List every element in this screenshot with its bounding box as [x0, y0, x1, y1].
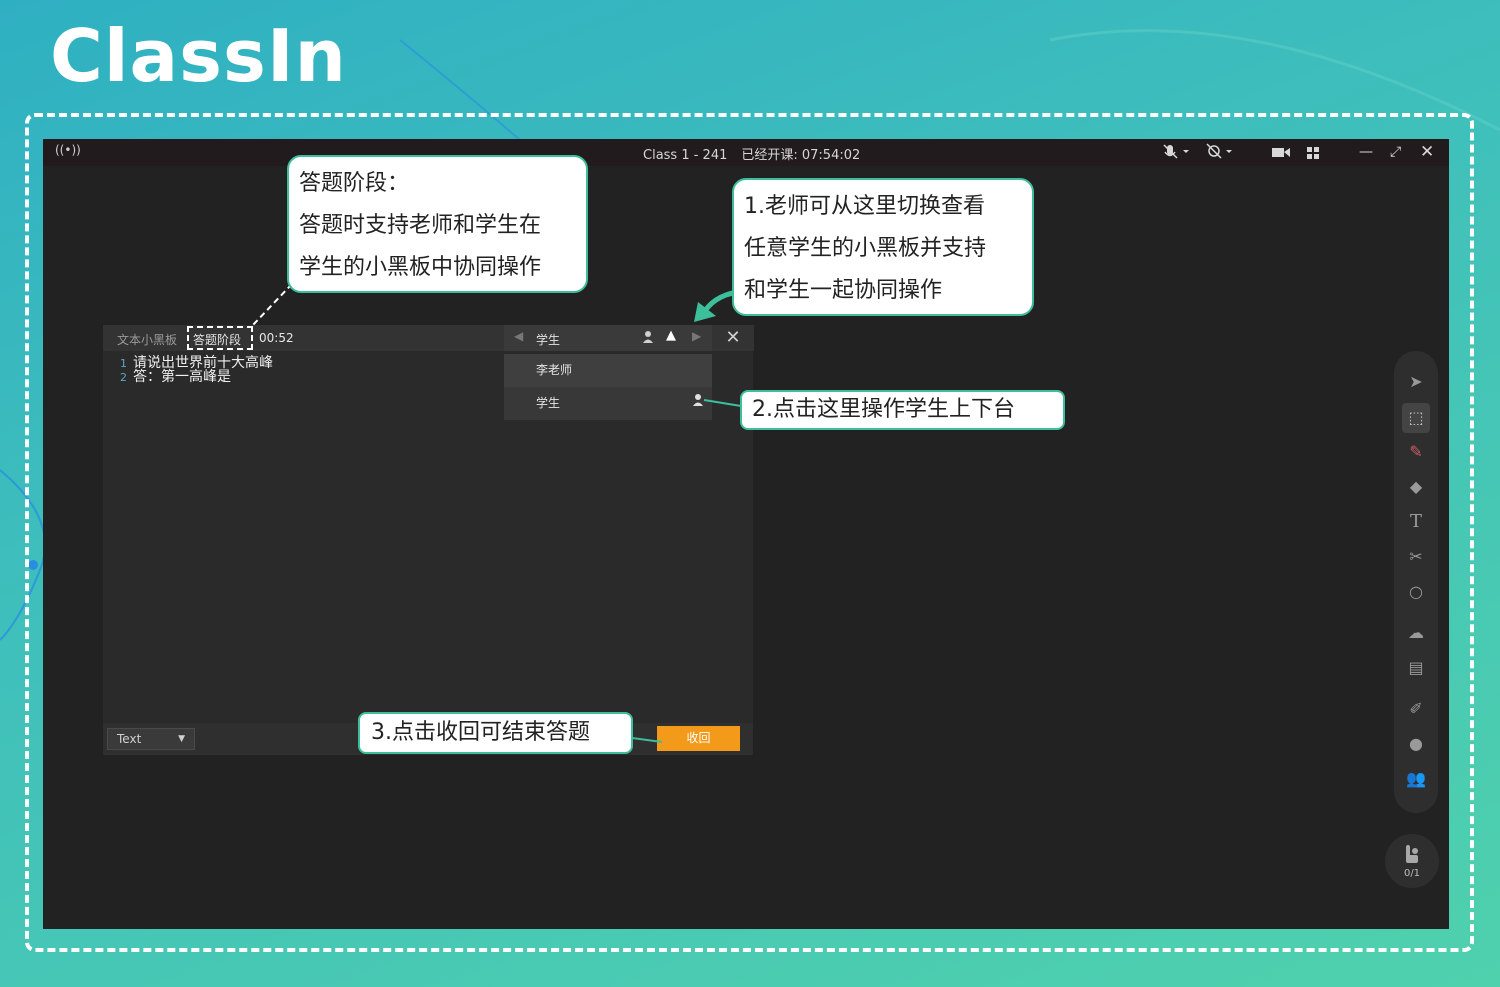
mic-muted-icon[interactable] [1163, 142, 1197, 162]
camera-muted-icon[interactable] [1206, 142, 1240, 162]
line-number: 1 [120, 357, 127, 370]
callout-switch-student: 1.老师可从这里切换查看 任意学生的小黑板并支持 和学生一起协同操作 [732, 178, 1034, 316]
hand-raise-count: 0/1 [1403, 868, 1421, 879]
callout-line: 答题时支持老师和学生在 [299, 213, 542, 238]
caret-up-icon[interactable]: ▲ [666, 328, 676, 343]
classin-logo: ClassIn [50, 14, 347, 98]
student-switcher[interactable]: ◀ 学生 ▲ ▶ [504, 325, 712, 351]
cloud-icon[interactable]: ☁ [1394, 618, 1438, 648]
stage-user-icon[interactable] [692, 387, 704, 420]
student-name: 李老师 [536, 363, 573, 377]
expand-icon[interactable]: ⤢ [1390, 142, 1401, 162]
class-timer: 已经开课: 07:54:02 [741, 148, 861, 163]
grid-icon[interactable] [1305, 142, 1321, 162]
users-icon[interactable]: 👥 [1394, 764, 1438, 794]
chevron-down-icon: ▼ [178, 734, 185, 744]
line-number: 2 [120, 371, 127, 384]
callout-line: 任意学生的小黑板并支持 [744, 236, 987, 261]
callout-line: 2.点击这里操作学生上下台 [752, 397, 1015, 422]
callout-answer-phase: 答题阶段： 答题时支持老师和学生在 学生的小黑板中协同操作 [287, 155, 588, 293]
laser-pen-icon[interactable]: ✎ [1394, 437, 1438, 467]
callout-stage-control: 2.点击这里操作学生上下台 [740, 390, 1065, 430]
chevron-left-icon[interactable]: ◀ [514, 329, 523, 343]
text-tool-icon[interactable]: T [1394, 507, 1438, 537]
shape-icon[interactable]: ○ [1394, 577, 1438, 607]
board-title: 文本小黑板 [117, 333, 178, 347]
scissors-icon[interactable]: ✂ [1394, 542, 1438, 572]
callout-line: 和学生一起协同操作 [744, 278, 943, 303]
close-icon[interactable]: ✕ [1420, 142, 1434, 162]
hand-raise-icon [1406, 845, 1418, 863]
text-editor[interactable]: 1 请说出世界前十大高峰 2 答：第一高峰是 [103, 351, 503, 725]
phase-highlight [187, 326, 253, 350]
broadcast-icon[interactable]: ((•)) [55, 143, 81, 157]
close-icon[interactable]: ✕ [712, 325, 754, 351]
list-item[interactable]: 学生 [504, 387, 712, 420]
board-timer: 00:52 [259, 331, 294, 345]
toolbox-icon[interactable]: ▤ [1394, 653, 1438, 683]
chat-icon[interactable]: ● [1394, 729, 1438, 759]
text-mode-select[interactable]: Text ▼ [107, 728, 195, 750]
window-title: Class 1 - 241 已经开课: 07:54:02 [643, 144, 860, 163]
eraser-icon[interactable]: ◆ [1394, 472, 1438, 502]
video-icon[interactable] [1271, 142, 1291, 162]
chevron-right-icon[interactable]: ▶ [692, 329, 701, 343]
tool-palette: ➤ ⬚ ✎ ◆ T ✂ ○ ☁ ▤ ✐ ● 👥 [1394, 351, 1438, 813]
recall-button[interactable]: 收回 [657, 726, 740, 751]
callout-line: 答题阶段： [299, 171, 410, 196]
callout-line: 3.点击收回可结束答题 [371, 720, 590, 745]
callout-recall: 3.点击收回可结束答题 [358, 712, 633, 754]
edit-icon[interactable]: ✐ [1394, 694, 1438, 724]
selection-icon[interactable]: ⬚ [1402, 403, 1430, 433]
user-icon[interactable] [642, 330, 654, 347]
student-name: 学生 [536, 396, 561, 410]
list-item[interactable]: 李老师 [504, 354, 712, 387]
pointer-icon[interactable]: ➤ [1394, 367, 1438, 397]
class-name: Class 1 - 241 [643, 148, 728, 163]
hand-raise-button[interactable]: 0/1 [1385, 834, 1439, 888]
student-panel: ◀ 学生 ▲ ▶ ✕ 李老师 学生 [504, 325, 754, 422]
text-mode-value: Text [117, 732, 142, 746]
student-switcher-label: 学生 [536, 333, 561, 347]
minimize-icon[interactable]: — [1359, 142, 1373, 162]
editor-line: 2 答：第一高峰是 [103, 370, 231, 385]
title-bar: ((•)) Class 1 - 241 已经开课: 07:54:02 — ⤢ ✕ [43, 139, 1449, 166]
line-text: 答：第一高峰是 [133, 369, 231, 385]
callout-line: 1.老师可从这里切换查看 [744, 194, 985, 219]
callout-line: 学生的小黑板中协同操作 [299, 255, 542, 280]
